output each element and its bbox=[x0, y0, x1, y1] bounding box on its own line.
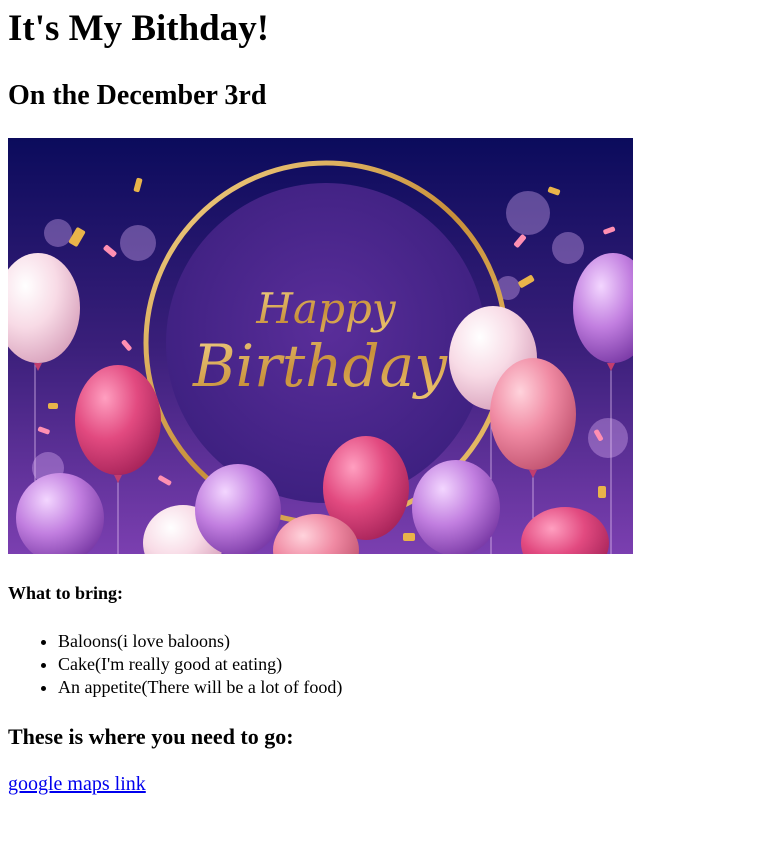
directions-heading: These is where you need to go: bbox=[8, 724, 294, 749]
bring-list: Baloons(i love baloons) Cake(I'm really … bbox=[8, 630, 342, 699]
banner-text-birthday: Birthday bbox=[192, 332, 448, 400]
page: It's My Bithday! On the December 3rd Hap… bbox=[0, 0, 768, 795]
bring-heading: What to bring: bbox=[8, 583, 124, 603]
banner-text-happy: Happy bbox=[255, 284, 396, 333]
birthday-banner-image: Happy Birthday bbox=[8, 138, 633, 554]
list-item: Cake(I'm really good at eating) bbox=[58, 653, 342, 676]
page-subtitle: On the December 3rd bbox=[8, 80, 267, 111]
list-item: An appetite(There will be a lot of food) bbox=[58, 676, 342, 699]
google-maps-link[interactable]: google maps link bbox=[8, 772, 146, 796]
list-item: Baloons(i love baloons) bbox=[58, 630, 342, 653]
